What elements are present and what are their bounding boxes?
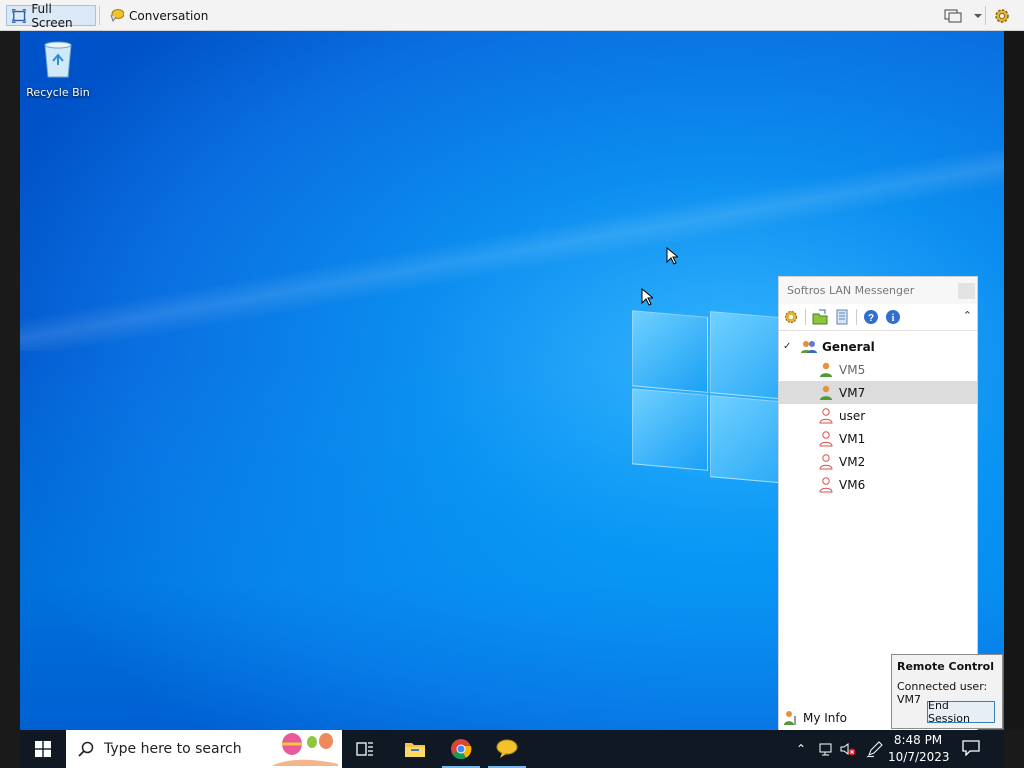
group-general[interactable]: ✓ General bbox=[779, 335, 977, 358]
info-icon[interactable]: i bbox=[885, 309, 901, 325]
mouse-cursor-icon bbox=[666, 247, 678, 265]
taskbar-clock[interactable]: 8:48 PM 10/7/2023 bbox=[888, 732, 950, 766]
collapse-toolbar-icon[interactable]: ⌃ bbox=[963, 309, 972, 322]
recycle-bin-shortcut[interactable]: Recycle Bin bbox=[24, 39, 92, 99]
search-icon bbox=[78, 741, 94, 757]
pen-icon bbox=[866, 741, 883, 758]
messenger-chat-icon bbox=[496, 739, 518, 758]
toolbar-separator bbox=[99, 6, 100, 25]
remote-control-panel: Remote Control Connected user: VM7 End S… bbox=[891, 654, 1003, 729]
user-vm7[interactable]: VM7 bbox=[779, 381, 977, 404]
my-info-icon bbox=[784, 711, 796, 725]
user-vm1[interactable]: VM1 bbox=[779, 427, 977, 450]
close-button[interactable] bbox=[958, 283, 975, 299]
file-explorer-button[interactable] bbox=[392, 730, 438, 768]
user-name: VM5 bbox=[839, 362, 866, 377]
end-session-button[interactable]: End Session bbox=[927, 699, 995, 725]
settings-button[interactable] bbox=[993, 5, 1011, 26]
volume-muted-icon bbox=[840, 743, 856, 756]
viewer-right-margin bbox=[1004, 31, 1024, 730]
recycle-bin-label: Recycle Bin bbox=[26, 86, 90, 99]
network-icon bbox=[819, 743, 832, 756]
user-user[interactable]: user bbox=[779, 404, 977, 427]
group-users-icon bbox=[801, 340, 817, 353]
full-screen-button[interactable]: Full Screen bbox=[6, 2, 96, 30]
gear-icon bbox=[995, 8, 1009, 23]
my-info-button[interactable]: My Info bbox=[783, 710, 847, 726]
group-label: General bbox=[822, 339, 875, 354]
recycle-bin-icon bbox=[44, 41, 72, 78]
chevron-down-icon[interactable]: ✓ bbox=[783, 341, 795, 352]
user-name: VM2 bbox=[839, 454, 866, 469]
user-name: VM1 bbox=[839, 431, 866, 446]
offline-user-icon bbox=[819, 407, 833, 423]
chrome-icon bbox=[451, 739, 472, 760]
user-vm2[interactable]: VM2 bbox=[779, 450, 977, 473]
user-name: user bbox=[839, 408, 866, 423]
user-vm5[interactable]: VM5 bbox=[779, 358, 977, 381]
online-user-icon bbox=[820, 385, 832, 400]
pen-workspace-button[interactable] bbox=[866, 730, 884, 768]
taskbar-search-box[interactable]: Type here to search bbox=[66, 730, 342, 768]
file-explorer-icon bbox=[405, 743, 425, 757]
start-button[interactable] bbox=[20, 730, 66, 768]
task-view-button[interactable] bbox=[342, 730, 388, 768]
task-view-icon bbox=[356, 742, 373, 756]
full-screen-label: Full Screen bbox=[31, 1, 73, 30]
offline-user-icon bbox=[819, 476, 833, 492]
viewer-toolbar: Full Screen Conversation bbox=[0, 0, 1024, 31]
user-name: VM6 bbox=[839, 477, 866, 492]
toolbar-separator-right bbox=[985, 6, 986, 25]
hot-air-balloons-icon bbox=[272, 733, 338, 766]
search-placeholder: Type here to search bbox=[104, 741, 242, 757]
messenger-title: Softros LAN Messenger bbox=[787, 284, 915, 297]
offline-user-icon bbox=[819, 430, 833, 446]
my-info-label: My Info bbox=[803, 711, 847, 725]
online-user-icon bbox=[820, 362, 832, 377]
network-status-button[interactable] bbox=[818, 730, 834, 768]
messenger-toolbar: ? i ⌃ bbox=[779, 304, 977, 331]
display-options-button[interactable] bbox=[944, 5, 984, 26]
notification-center-button[interactable] bbox=[962, 740, 980, 760]
taskbar: Type here to search ⌃ 8:48 PM 10/7/2023 bbox=[20, 730, 1004, 768]
full-screen-icon bbox=[12, 8, 27, 23]
clock-date: 10/7/2023 bbox=[888, 750, 950, 764]
conversation-icon bbox=[110, 8, 124, 22]
notification-icon bbox=[962, 740, 980, 757]
conversation-label: Conversation bbox=[129, 8, 209, 23]
chrome-button[interactable] bbox=[438, 730, 484, 768]
show-hidden-icons-button[interactable]: ⌃ bbox=[796, 730, 806, 768]
monitor-icon bbox=[944, 9, 962, 22]
remote-control-title: Remote Control bbox=[897, 660, 994, 673]
offline-user-icon bbox=[819, 453, 833, 469]
clock-time: 8:48 PM bbox=[893, 733, 943, 747]
windows-start-icon bbox=[35, 741, 51, 757]
messenger-titlebar[interactable]: Softros LAN Messenger bbox=[779, 277, 977, 304]
remote-cursor-icon bbox=[641, 288, 653, 306]
send-files-icon[interactable] bbox=[812, 309, 828, 325]
settings-gear-icon[interactable] bbox=[783, 309, 799, 325]
message-history-icon[interactable] bbox=[834, 309, 850, 325]
messenger-taskbar-button[interactable] bbox=[484, 730, 530, 768]
volume-button[interactable] bbox=[840, 730, 856, 768]
svg-text:i: i bbox=[892, 313, 895, 324]
user-name: VM7 bbox=[839, 385, 866, 400]
svg-text:?: ? bbox=[868, 313, 874, 324]
remote-desktop[interactable]: Recycle Bin Softros LAN Messenger ? i ⌃ … bbox=[20, 31, 1004, 730]
conversation-button[interactable]: Conversation bbox=[103, 5, 213, 26]
help-icon[interactable]: ? bbox=[863, 309, 879, 325]
user-vm6[interactable]: VM6 bbox=[779, 473, 977, 496]
chevron-up-icon: ⌃ bbox=[796, 742, 807, 756]
chevron-down-icon bbox=[974, 13, 982, 18]
